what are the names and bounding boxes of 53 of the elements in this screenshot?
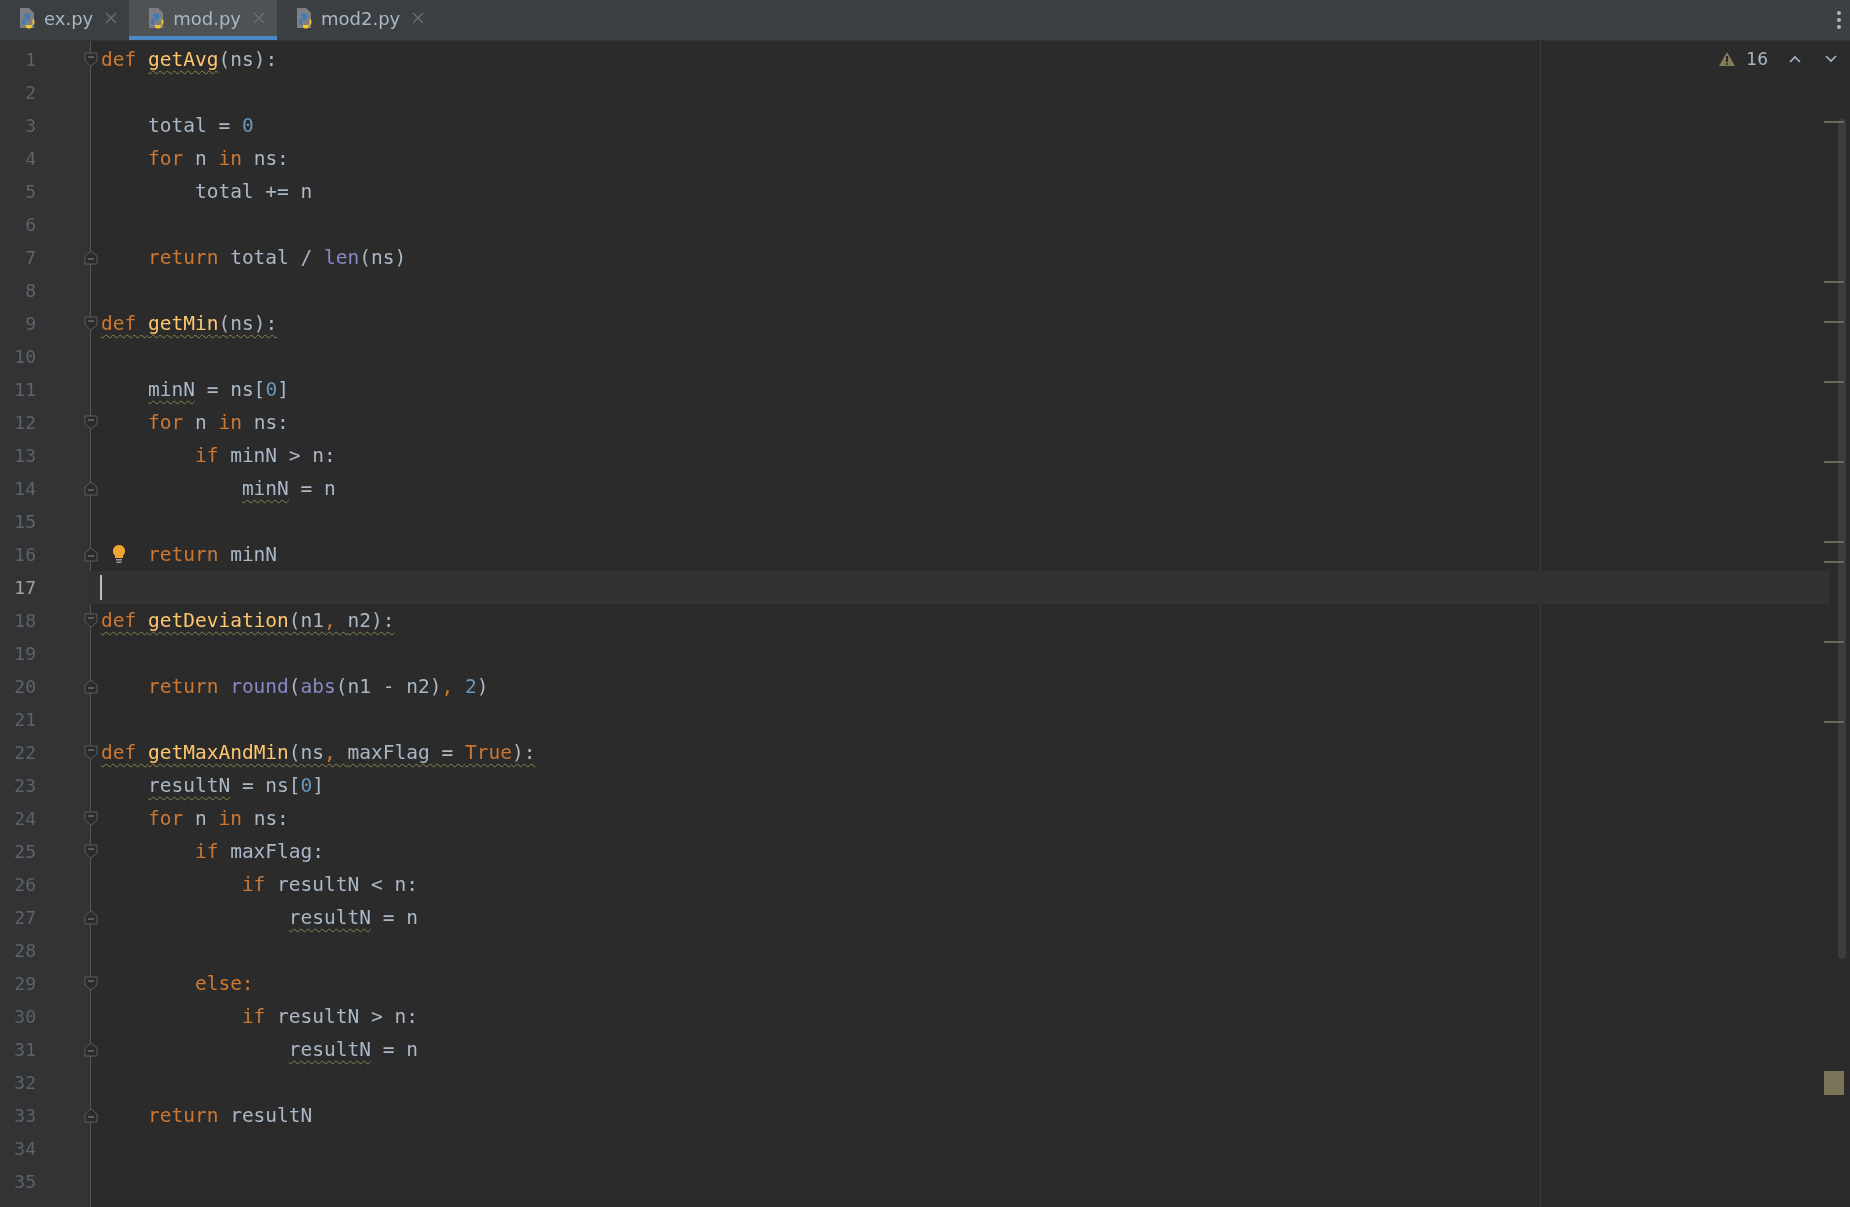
fold-icon[interactable] xyxy=(84,250,98,265)
fold-icon[interactable] xyxy=(84,844,98,859)
fold-icon[interactable] xyxy=(84,1108,98,1123)
warning-count: 16 xyxy=(1746,49,1768,69)
code-line: for n in ns: xyxy=(147,807,289,830)
code-line: if minN > n: xyxy=(194,444,336,467)
code-line: if resultN < n: xyxy=(241,873,418,896)
code-line: for n in ns: xyxy=(147,147,289,170)
fold-icon[interactable] xyxy=(84,679,98,694)
chevron-up-icon[interactable] xyxy=(1788,54,1802,64)
lightbulb-icon[interactable] xyxy=(112,544,126,564)
more-icon[interactable] xyxy=(1836,10,1842,30)
code-line: if maxFlag: xyxy=(194,840,325,863)
code-line: def getDeviation(n1, n2): xyxy=(101,609,395,632)
fold-icon[interactable] xyxy=(84,316,98,331)
fold-icon[interactable] xyxy=(84,1042,98,1057)
code-line: minN = n xyxy=(241,477,336,500)
chevron-down-icon[interactable] xyxy=(1824,54,1838,64)
code-line: return resultN xyxy=(147,1104,313,1127)
scrollbar[interactable] xyxy=(1838,119,1846,959)
code-line: def getMaxAndMin(ns, maxFlag = True): xyxy=(101,741,536,764)
code-line: resultN = n xyxy=(288,906,418,929)
fold-icon[interactable] xyxy=(84,547,98,562)
close-icon[interactable] xyxy=(105,12,118,24)
code-line: if resultN > n: xyxy=(241,1005,418,1028)
code-line: def getAvg(ns): xyxy=(101,48,278,71)
text-caret xyxy=(100,575,102,600)
line-number: 17 xyxy=(13,577,36,598)
code-line: def getMin(ns): xyxy=(101,312,278,335)
code-line: return total / len(ns) xyxy=(147,246,407,269)
file-tab[interactable]: mod2.py xyxy=(277,0,437,40)
code-line: total += n xyxy=(194,180,313,203)
fold-icon[interactable] xyxy=(84,976,98,991)
fold-icon[interactable] xyxy=(84,811,98,826)
code-line: minN = ns[0] xyxy=(147,378,289,401)
fold-icon[interactable] xyxy=(84,910,98,925)
fold-icon[interactable] xyxy=(84,745,98,760)
code-line: return minN xyxy=(147,543,278,566)
fold-icon[interactable] xyxy=(84,481,98,496)
fold-icon[interactable] xyxy=(84,613,98,628)
code-line: resultN = ns[0] xyxy=(147,774,325,797)
code-line: else: xyxy=(194,972,254,995)
file-tab[interactable]: ex.py xyxy=(0,0,130,40)
code-line: resultN = n xyxy=(288,1038,418,1061)
fold-icon[interactable] xyxy=(84,415,98,430)
code-line: total = 0 xyxy=(147,114,254,137)
code-line: for n in ns: xyxy=(147,411,289,434)
fold-icon[interactable] xyxy=(84,52,98,67)
file-tab[interactable]: mod.py xyxy=(129,0,277,40)
close-icon[interactable] xyxy=(253,12,265,24)
close-icon[interactable] xyxy=(412,12,425,24)
code-line: return round(abs(n1 - n2), 2) xyxy=(147,675,489,698)
warning-icon[interactable] xyxy=(1718,51,1737,67)
